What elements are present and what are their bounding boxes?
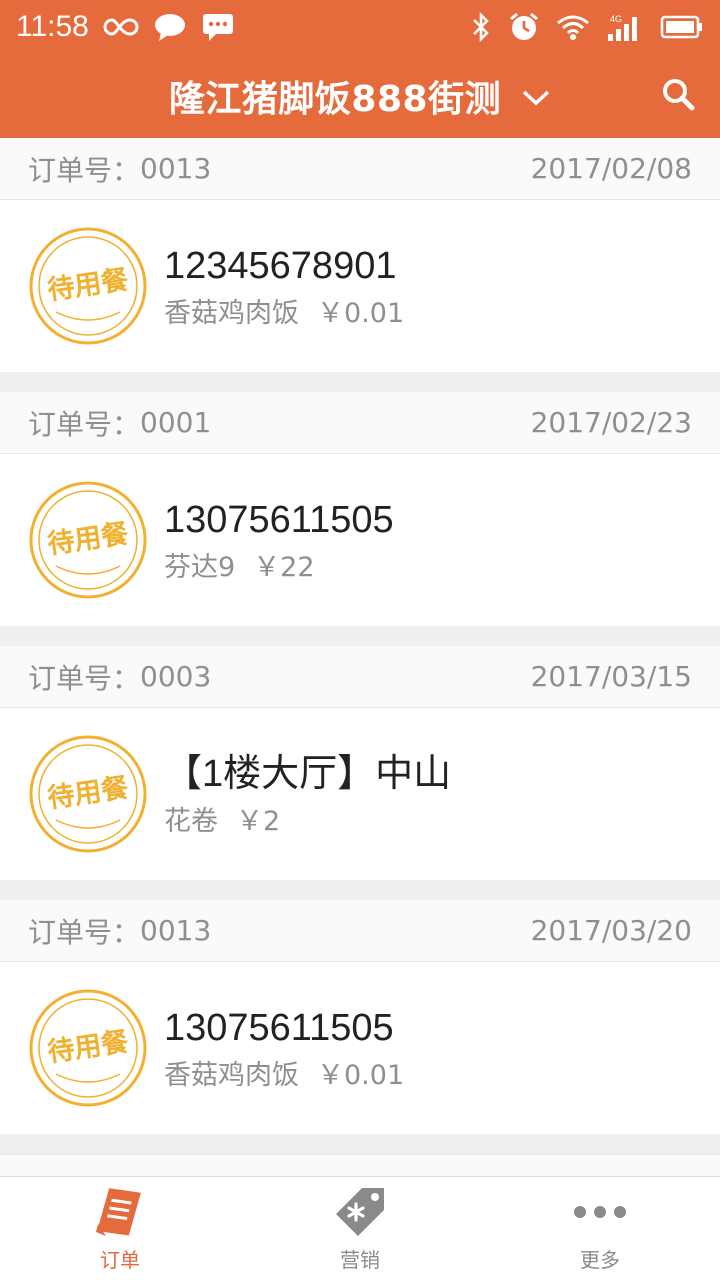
dish-price: ￥2: [236, 805, 281, 837]
dish-name: 香菇鸡肉饭: [164, 1059, 299, 1091]
order-body[interactable]: 待用餐 12345678901 香菇鸡肉饭 ￥0.01: [0, 200, 720, 372]
bluetooth-icon: [470, 11, 492, 43]
customer-name: 13075611505: [164, 1006, 394, 1049]
order-header: 订单号： 0001 2017/02/23: [0, 392, 720, 454]
pending-meal-stamp: 待用餐: [29, 989, 147, 1107]
pending-meal-stamp: 待用餐: [29, 481, 147, 599]
dish-name: 芬达9: [164, 551, 236, 583]
order-body[interactable]: 待用餐 13075611505 芬达9 ￥22: [0, 454, 720, 626]
marketing-tag-icon: [332, 1184, 388, 1240]
stamp-text: 待用餐: [46, 1026, 132, 1068]
customer-name: 12345678901: [164, 244, 397, 287]
order-number-label: 订单号：: [28, 407, 141, 441]
status-time: 11:58: [16, 10, 89, 43]
alarm-icon: [508, 11, 540, 43]
tab-label: 更多: [580, 1248, 620, 1272]
tab-label: 营销: [340, 1248, 380, 1272]
dish-price: ￥22: [253, 551, 315, 583]
order-number-label: 订单号：: [28, 915, 141, 949]
more-dots-icon: [572, 1184, 628, 1240]
battery-icon: [660, 14, 704, 40]
tab-orders[interactable]: 订单: [0, 1177, 240, 1280]
dish-name: 香菇鸡肉饭: [164, 297, 299, 329]
tab-more[interactable]: 更多: [480, 1177, 720, 1280]
order-card[interactable]: 订单号： 0013 2017/03/20 待用餐 13075611505 香菇鸡…: [0, 900, 720, 1134]
stamp-text: 待用餐: [46, 264, 132, 306]
order-card[interactable]: 订单号： 0013 2017/02/08 待用餐 12345678901 香菇鸡…: [0, 138, 720, 372]
order-list[interactable]: 订单号： 0013 2017/02/08 待用餐 12345678901 香菇鸡…: [0, 138, 720, 1176]
customer-name: 13075611505: [164, 498, 394, 541]
stamp-text: 待用餐: [46, 772, 132, 814]
pending-meal-stamp: 待用餐: [29, 735, 147, 853]
partial-order-header: [0, 1154, 720, 1176]
order-date: 2017/02/08: [530, 152, 692, 185]
order-header: 订单号： 0013 2017/02/08: [0, 138, 720, 200]
stamp-text: 待用餐: [46, 518, 132, 560]
order-body[interactable]: 待用餐 【1楼大厅】中山 花卷 ￥2: [0, 708, 720, 880]
chevron-down-icon: [521, 76, 551, 117]
svg-text:4G: 4G: [610, 14, 622, 24]
wifi-icon: [556, 13, 590, 41]
bottom-tab-bar: 订单 营销 更多: [0, 1176, 720, 1280]
tab-label: 订单: [100, 1248, 140, 1272]
order-date: 2017/02/23: [530, 406, 692, 439]
order-number-label: 订单号：: [28, 153, 141, 187]
chat-bubble-icon: [153, 12, 187, 42]
order-card[interactable]: 订单号： 0003 2017/03/15 待用餐 【1楼大厅】中山 花卷 ￥2: [0, 646, 720, 880]
customer-name: 【1楼大厅】中山: [164, 752, 452, 795]
order-body[interactable]: 待用餐 13075611505 香菇鸡肉饭 ￥0.01: [0, 962, 720, 1134]
order-number-label: 订单号：: [28, 661, 141, 695]
order-number: 0001: [140, 406, 212, 439]
app-bar: 隆江猪脚饭888街测: [0, 54, 720, 138]
order-header: 订单号： 0013 2017/03/20: [0, 900, 720, 962]
signal-4g-icon: 4G: [606, 12, 644, 42]
order-date: 2017/03/15: [530, 660, 692, 693]
order-icon: [92, 1184, 148, 1240]
order-header: 订单号： 0003 2017/03/15: [0, 646, 720, 708]
order-card[interactable]: 订单号： 0001 2017/02/23 待用餐 13075611505 芬达9…: [0, 392, 720, 626]
order-number: 0013: [140, 914, 212, 947]
search-icon: [661, 77, 695, 115]
tab-marketing[interactable]: 营销: [240, 1177, 480, 1280]
pending-meal-stamp: 待用餐: [29, 227, 147, 345]
store-selector[interactable]: 隆江猪脚饭888街测: [169, 70, 551, 122]
order-number: 0003: [140, 660, 212, 693]
message-icon: [201, 12, 235, 42]
dish-price: ￥0.01: [317, 1059, 405, 1091]
dish-name: 花卷: [164, 805, 218, 837]
store-title: 隆江猪脚饭888街测: [168, 79, 502, 120]
dish-price: ￥0.01: [317, 297, 405, 329]
order-date: 2017/03/20: [530, 914, 692, 947]
infinity-icon: [103, 16, 139, 38]
order-number: 0013: [140, 152, 212, 185]
search-button[interactable]: [658, 76, 698, 116]
status-bar: 11:58 4G: [0, 0, 720, 54]
